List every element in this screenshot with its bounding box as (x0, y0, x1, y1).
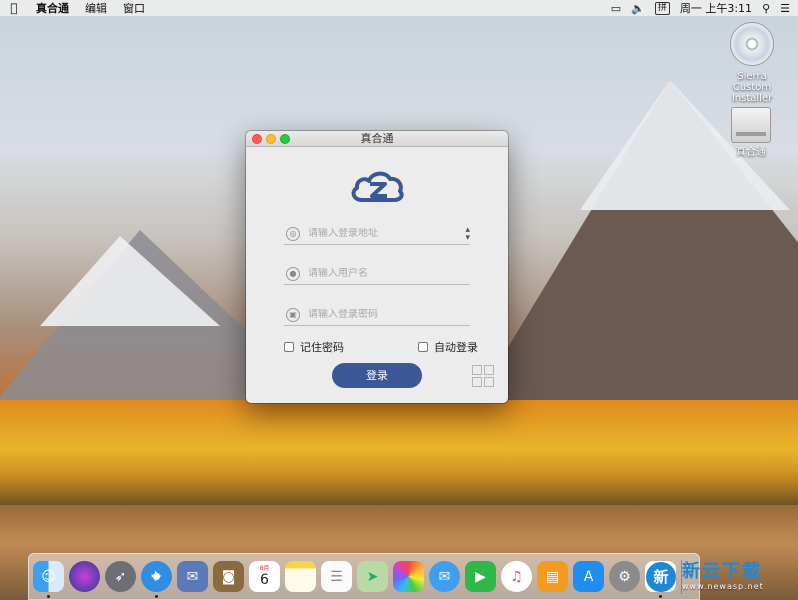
notes-icon[interactable] (285, 561, 316, 592)
apple-icon[interactable]:  (0, 1, 28, 15)
mail-icon[interactable]: ✉ (177, 561, 208, 592)
desktop-icon-disk[interactable]: 真合通 (726, 107, 776, 158)
dvd-icon (730, 22, 774, 66)
desktop-icon-label: 真合通 (736, 147, 766, 158)
facetime-icon[interactable]: ▶ (465, 561, 496, 592)
menu-clock[interactable]: 周一 上午3:11 (680, 0, 752, 16)
watermark-title: 新云下载 (682, 561, 762, 582)
cloud-logo-icon (351, 171, 404, 202)
input-method-indicator[interactable]: 拼 (654, 1, 670, 15)
safari-icon[interactable]: ✈ (141, 561, 172, 598)
globe-icon: ◎ (286, 226, 300, 241)
lock-icon: ▣ (286, 307, 300, 322)
contacts-icon[interactable]: ◙ (213, 561, 244, 592)
password-field[interactable]: ▣ (284, 304, 470, 326)
search-icon[interactable]: ⚲ (762, 2, 770, 15)
maps-icon[interactable]: ➤ (357, 561, 388, 592)
username-input[interactable] (308, 268, 448, 279)
desktop-icon-installer[interactable]: Sierra Custom Installer (712, 22, 792, 104)
ibooks-icon[interactable]: ▤ (537, 561, 568, 592)
system-preferences-icon[interactable]: ⚙ (609, 561, 640, 592)
window-titlebar[interactable]: 真合通 (246, 131, 508, 147)
notification-center-icon[interactable]: ☰ (780, 2, 790, 15)
remember-password-label: 记住密码 (300, 341, 344, 354)
watermark-logo-icon: 新 (646, 561, 676, 592)
user-icon: ● (286, 266, 300, 281)
server-address-field[interactable]: ◎ ▴▾ (284, 223, 470, 245)
menu-edit[interactable]: 编辑 (77, 0, 115, 16)
mountain-snow (40, 236, 220, 326)
password-input[interactable] (308, 309, 448, 320)
disk-icon (731, 107, 771, 143)
desktop-icon-label: Sierra Custom Installer (731, 71, 773, 104)
close-button[interactable] (252, 134, 262, 144)
menu-app-name[interactable]: 真合通 (28, 0, 77, 16)
menu-window[interactable]: 窗口 (115, 0, 153, 16)
finder-icon[interactable]: ☺ (33, 561, 64, 598)
status-area: ▭ 🔈 拼 周一 上午3:11 ⚲ ☰ (611, 0, 798, 16)
watermark: 新 新云下载 www.newasp.net (646, 553, 798, 600)
checkbox-box[interactable] (284, 342, 294, 352)
minimize-button[interactable] (266, 134, 276, 144)
volume-icon[interactable]: 🔈 (631, 2, 645, 15)
auto-login-checkbox[interactable]: 自动登录 (418, 339, 478, 355)
remember-password-checkbox[interactable]: 记住密码 (284, 339, 344, 355)
app-logo (246, 169, 508, 203)
server-address-input[interactable] (308, 228, 448, 239)
login-button[interactable]: 登录 (332, 363, 422, 388)
airplay-icon[interactable]: ▭ (611, 2, 621, 15)
autumn-forest (0, 400, 798, 510)
reminders-icon[interactable]: ☰ (321, 561, 352, 592)
qr-code-login-icon[interactable] (472, 365, 494, 387)
username-field[interactable]: ● (284, 263, 470, 285)
login-window: 真合通 ◎ ▴▾ ● ▣ 记住密码 自动登录 登录 (246, 131, 508, 403)
menu-bar:  真合通 编辑 窗口 ▭ 🔈 拼 周一 上午3:11 ⚲ ☰ (0, 0, 798, 16)
launchpad-icon[interactable]: ➶ (105, 561, 136, 592)
checkbox-box[interactable] (418, 342, 428, 352)
calendar-icon[interactable]: 8月 6 (249, 561, 280, 592)
auto-login-label: 自动登录 (434, 341, 478, 354)
dock: ☺ ➶ ✈ ✉ ◙ 8月 6 ☰ ➤ ✉ ▶ ♫ ▤ A ⚙ ☁ (28, 553, 700, 600)
siri-icon[interactable] (69, 561, 100, 592)
messages-icon[interactable]: ✉ (429, 561, 460, 592)
app-store-icon[interactable]: A (573, 561, 604, 592)
chevron-updown-icon[interactable]: ▴ ▾ (465, 225, 470, 242)
itunes-icon[interactable]: ♫ (501, 561, 532, 592)
zoom-button[interactable] (280, 134, 290, 144)
watermark-url: www.newasp.net (682, 582, 764, 591)
photos-icon[interactable] (393, 561, 424, 592)
